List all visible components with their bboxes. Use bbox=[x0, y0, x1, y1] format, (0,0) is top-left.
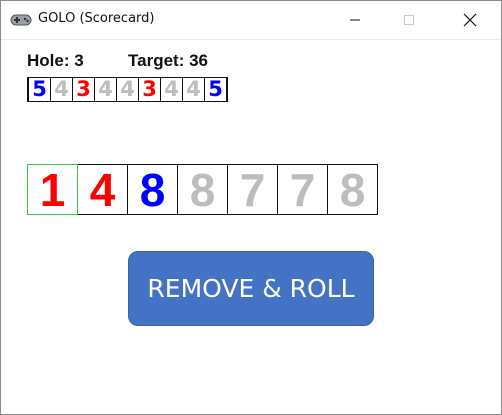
target-label: Target: 36 bbox=[128, 51, 208, 70]
scorecard-cell: 3 bbox=[138, 77, 161, 102]
scorecard-cell: 4 bbox=[116, 77, 139, 102]
die[interactable]: 8 bbox=[177, 164, 228, 215]
die[interactable]: 8 bbox=[327, 164, 378, 215]
close-button[interactable] bbox=[447, 1, 493, 39]
remove-and-roll-button[interactable]: REMOVE & ROLL bbox=[128, 251, 374, 326]
maximize-button[interactable] bbox=[386, 1, 432, 39]
close-icon bbox=[463, 13, 477, 27]
scorecard-cell: 5 bbox=[27, 77, 51, 102]
scorecard-cell: 4 bbox=[160, 77, 183, 102]
die[interactable]: 7 bbox=[277, 164, 328, 215]
minimize-icon bbox=[350, 19, 360, 21]
dice-row: 1 4 8 8 7 7 8 bbox=[27, 164, 378, 215]
scorecard-cell: 4 bbox=[94, 77, 117, 102]
scorecard-cell: 4 bbox=[50, 77, 73, 102]
gamepad-icon bbox=[10, 14, 32, 26]
minimize-button[interactable] bbox=[332, 1, 378, 39]
scorecard-cell: 4 bbox=[182, 77, 205, 102]
scorecard-cell: 3 bbox=[72, 77, 95, 102]
die[interactable]: 4 bbox=[77, 164, 128, 215]
window-title: GOLO (Scorecard) bbox=[38, 11, 155, 26]
scorecard: 5 4 3 4 4 3 4 4 5 bbox=[27, 77, 228, 102]
die[interactable]: 1 bbox=[27, 164, 78, 215]
title-bar[interactable]: GOLO (Scorecard) bbox=[1, 1, 501, 40]
maximize-icon bbox=[404, 15, 414, 25]
hole-label: Hole: 3 bbox=[27, 51, 84, 70]
die[interactable]: 8 bbox=[127, 164, 178, 215]
die[interactable]: 7 bbox=[227, 164, 278, 215]
scorecard-cell: 5 bbox=[204, 77, 228, 102]
app-window: GOLO (Scorecard) Hole: 3 Target: 36 5 4 … bbox=[0, 0, 502, 415]
